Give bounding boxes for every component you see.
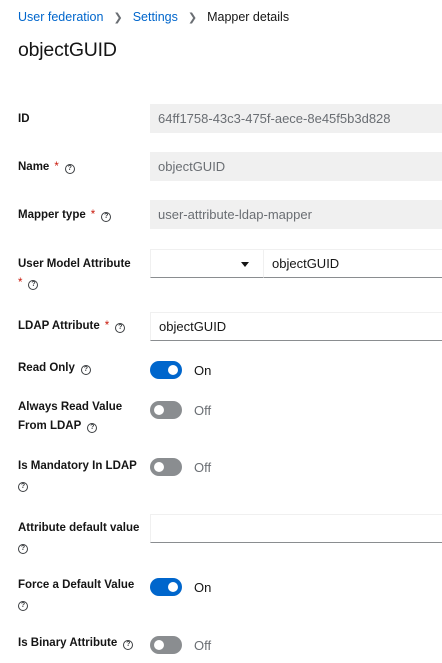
force-default-state: On xyxy=(194,580,212,595)
breadcrumb-current: Mapper details xyxy=(207,10,290,24)
caret-down-icon xyxy=(241,262,249,267)
binary-state: Off xyxy=(194,638,212,653)
required-marker: * xyxy=(104,320,110,332)
force-default-toggle[interactable] xyxy=(150,578,182,596)
default-value-label: Attribute default value ? xyxy=(18,522,140,554)
toggle-knob xyxy=(168,365,178,375)
breadcrumb: User federation ❯ Settings ❯ Mapper deta… xyxy=(18,9,289,25)
ldap-attribute-input[interactable]: objectGUID xyxy=(150,312,442,341)
help-icon[interactable]: ? xyxy=(18,544,28,554)
mandatory-label: Is Mandatory In LDAP ? xyxy=(18,460,137,492)
breadcrumb-user-federation[interactable]: User federation xyxy=(18,10,103,24)
binary-toggle[interactable] xyxy=(150,636,182,654)
always-read-label: Always Read Value From LDAP? xyxy=(18,401,123,433)
help-icon[interactable]: ? xyxy=(115,323,126,333)
read-only-state: On xyxy=(194,363,212,378)
help-icon[interactable]: ? xyxy=(18,601,28,611)
chevron-right-icon: ❯ xyxy=(113,11,123,24)
help-icon[interactable]: ? xyxy=(18,482,28,492)
mapper-type-label: Mapper type *? xyxy=(18,206,112,225)
user-model-attribute-input[interactable]: objectGUID xyxy=(264,249,442,278)
id-label: ID xyxy=(18,113,30,125)
toggle-knob xyxy=(168,582,178,592)
toggle-knob xyxy=(154,640,164,650)
force-default-label: Force a Default Value ? xyxy=(18,579,135,611)
toggle-knob xyxy=(154,405,164,415)
help-icon[interactable]: ? xyxy=(87,423,98,433)
default-value-input[interactable] xyxy=(150,514,442,543)
user-model-attribute-select[interactable] xyxy=(150,249,264,278)
id-field[interactable]: 64ff1758-43c3-475f-aece-8e45f5b3d828 xyxy=(150,104,442,133)
chevron-right-icon: ❯ xyxy=(187,11,198,24)
ldap-attribute-label: LDAP Attribute *? xyxy=(18,317,126,336)
help-icon[interactable]: ? xyxy=(64,164,75,174)
read-only-toggle[interactable] xyxy=(150,361,182,379)
user-model-attribute-label: User Model Attribute *? xyxy=(18,258,131,290)
binary-label: Is Binary Attribute? xyxy=(18,634,134,653)
required-marker: * xyxy=(90,209,96,221)
always-read-state: Off xyxy=(194,403,212,418)
read-only-label: Read Only? xyxy=(18,359,91,378)
toggle-knob xyxy=(154,462,164,472)
help-icon[interactable]: ? xyxy=(28,280,39,290)
mandatory-toggle[interactable] xyxy=(150,458,182,476)
breadcrumb-settings[interactable]: Settings xyxy=(133,10,178,24)
name-field[interactable]: objectGUID xyxy=(150,152,442,181)
user-model-attribute-control: objectGUID xyxy=(150,249,442,278)
mapper-type-field[interactable]: user-attribute-ldap-mapper xyxy=(150,200,442,229)
help-icon[interactable]: ? xyxy=(123,640,134,650)
required-marker: * xyxy=(54,161,59,173)
help-icon[interactable]: ? xyxy=(101,212,112,222)
name-label: Name *? xyxy=(18,158,75,177)
required-marker: * xyxy=(18,277,23,289)
always-read-toggle[interactable] xyxy=(150,401,182,419)
page-title: objectGUID xyxy=(18,39,117,61)
help-icon[interactable]: ? xyxy=(80,365,91,375)
mandatory-state: Off xyxy=(194,460,212,475)
